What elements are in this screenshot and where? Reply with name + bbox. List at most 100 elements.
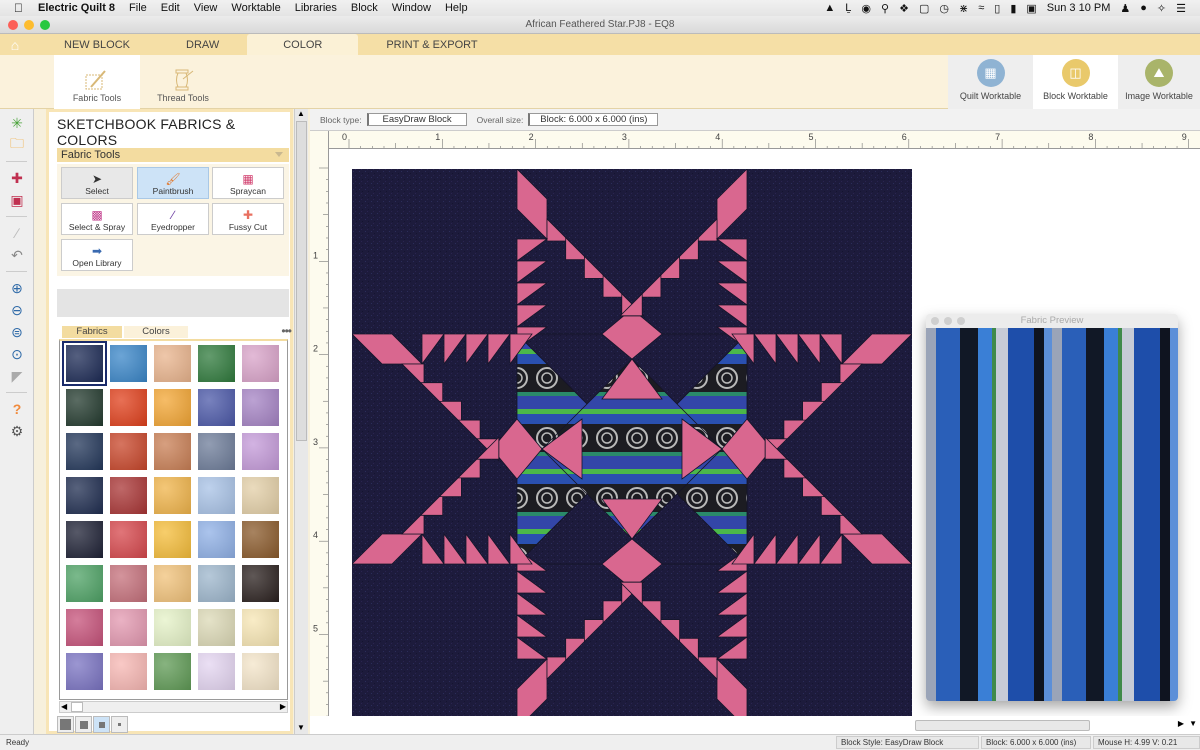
tab-color[interactable]: COLOR: [247, 34, 359, 55]
fabric-swatch[interactable]: [110, 389, 147, 426]
graph-paper-icon[interactable]: ◤: [0, 365, 34, 387]
scroll-down-icon[interactable]: ▼: [297, 723, 305, 732]
fabric-tools-section-header[interactable]: Fabric Tools: [57, 148, 289, 162]
fabric-swatch[interactable]: [242, 521, 279, 558]
fabric-swatch[interactable]: [198, 389, 235, 426]
screen-icon[interactable]: ▢: [919, 2, 929, 15]
menu-view[interactable]: View: [194, 2, 218, 14]
fabric-swatch[interactable]: [242, 345, 279, 382]
feathered-star-block[interactable]: [352, 169, 912, 729]
minimize-window-button[interactable]: [24, 20, 34, 30]
swatch-size-medium-button[interactable]: [75, 716, 92, 733]
fabric-swatch[interactable]: [242, 433, 279, 470]
canvas-scroll-thumb[interactable]: [915, 720, 1090, 731]
fabric-swatch[interactable]: [110, 345, 147, 382]
select-tool-button[interactable]: ➤ Select: [61, 167, 133, 199]
fabric-swatch[interactable]: [198, 521, 235, 558]
fabric-swatch[interactable]: [154, 433, 191, 470]
fabric-horizontal-scrollbar[interactable]: ◀ ▶: [59, 701, 288, 713]
fabric-swatch[interactable]: [154, 345, 191, 382]
fabric-swatch[interactable]: [242, 653, 279, 690]
fabric-swatch[interactable]: [198, 565, 235, 602]
malwarebytes-icon[interactable]: Ḻ: [845, 2, 851, 14]
fabric-swatch[interactable]: [198, 433, 235, 470]
fabric-swatch[interactable]: [154, 653, 191, 690]
siri-icon[interactable]: ●: [1140, 2, 1147, 14]
new-project-icon[interactable]: ✳: [0, 112, 34, 134]
close-window-button[interactable]: [8, 20, 18, 30]
add-to-sketchbook-icon[interactable]: ✚: [0, 167, 34, 189]
apple-menu-icon[interactable]: : [14, 1, 28, 15]
help-icon[interactable]: ?: [0, 398, 34, 420]
extension-icon[interactable]: ✧: [1157, 2, 1166, 15]
zoom-in-icon[interactable]: ⊕: [0, 277, 34, 299]
fabric-swatch[interactable]: [198, 477, 235, 514]
onepassword-icon[interactable]: ◉: [861, 2, 871, 15]
canvas-scroll-down-icon[interactable]: ▼: [1189, 719, 1197, 728]
fabric-swatch[interactable]: [110, 521, 147, 558]
spraycan-tool-button[interactable]: ▦ Spraycan: [212, 167, 284, 199]
gear-icon[interactable]: ⚙: [0, 420, 34, 442]
scroll-up-icon[interactable]: ▲: [297, 109, 305, 118]
menu-libraries[interactable]: Libraries: [295, 2, 337, 14]
zoom-out-icon[interactable]: ⊖: [0, 299, 34, 321]
fabric-swatch[interactable]: [66, 609, 103, 646]
tab-colors[interactable]: Colors: [124, 326, 188, 338]
fabric-swatch[interactable]: [198, 653, 235, 690]
swatch-size-large-button[interactable]: [57, 716, 74, 733]
fussy-cut-tool-button[interactable]: ✚ Fussy Cut: [212, 203, 284, 235]
fabric-swatch[interactable]: [110, 653, 147, 690]
fabric-swatch[interactable]: [110, 433, 147, 470]
eyedropper-tool-button[interactable]: ∕ Eyedropper: [137, 203, 209, 235]
more-options-icon[interactable]: •••: [281, 324, 292, 338]
fabric-swatch[interactable]: [66, 433, 103, 470]
menu-help[interactable]: Help: [445, 2, 468, 14]
fabric-swatch[interactable]: [110, 609, 147, 646]
airplay-icon[interactable]: ▯: [994, 2, 1000, 15]
fabric-swatch[interactable]: [154, 521, 191, 558]
fabric-swatch[interactable]: [242, 477, 279, 514]
thread-tools-button[interactable]: Thread Tools: [140, 55, 226, 109]
tab-new-block[interactable]: NEW BLOCK: [36, 34, 158, 55]
panel-vertical-scrollbar[interactable]: ▲ ▼: [294, 109, 308, 734]
fabric-swatch[interactable]: [242, 609, 279, 646]
scroll-thumb[interactable]: [71, 702, 83, 712]
notification-list-icon[interactable]: ☰: [1176, 2, 1186, 15]
clock[interactable]: Sun 3 10 PM: [1047, 2, 1111, 14]
fabric-swatch[interactable]: [66, 565, 103, 602]
menu-worktable[interactable]: Worktable: [231, 2, 280, 14]
ruler-icon[interactable]: ∕: [0, 222, 34, 244]
fabric-swatch[interactable]: [242, 389, 279, 426]
fabric-swatch[interactable]: [242, 565, 279, 602]
fabric-preview-titlebar[interactable]: Fabric Preview: [926, 314, 1178, 328]
zoom-refresh-icon[interactable]: ⊙: [0, 343, 34, 365]
preview-minimize-button[interactable]: [944, 317, 952, 325]
scroll-right-icon[interactable]: ▶: [280, 702, 286, 711]
open-library-button[interactable]: ➡ Open Library: [61, 239, 133, 271]
undo-icon[interactable]: ↶: [0, 244, 34, 266]
fabric-swatch[interactable]: [66, 521, 103, 558]
menu-window[interactable]: Window: [392, 2, 431, 14]
fabric-swatch[interactable]: [110, 565, 147, 602]
image-worktable-button[interactable]: ⛰ Image Worktable: [1118, 55, 1200, 109]
fabric-swatch[interactable]: [66, 389, 103, 426]
preview-close-button[interactable]: [931, 317, 939, 325]
scroll-left-icon[interactable]: ◀: [61, 702, 67, 711]
select-spray-tool-button[interactable]: ▩ Select & Spray: [61, 203, 133, 235]
fabric-tools-button[interactable]: Fabric Tools: [54, 55, 140, 109]
wifi-icon[interactable]: ≈: [978, 2, 984, 14]
fabric-swatch[interactable]: [66, 477, 103, 514]
swatch-size-small-button[interactable]: [93, 716, 110, 733]
fabric-swatch[interactable]: [154, 609, 191, 646]
tab-print-export[interactable]: PRINT & EXPORT: [358, 34, 505, 55]
fabric-swatch[interactable]: [66, 653, 103, 690]
fabric-swatch[interactable]: [198, 345, 235, 382]
collapse-triangle-icon[interactable]: [275, 152, 283, 157]
fabric-swatch[interactable]: [110, 477, 147, 514]
home-icon[interactable]: ⌂: [0, 34, 30, 55]
app-menu[interactable]: Electric Quilt 8: [38, 2, 115, 14]
canvas-scroll-right-icon[interactable]: ▶: [1178, 719, 1184, 728]
time-machine-icon[interactable]: ◷: [939, 2, 949, 15]
swatch-size-tiny-button[interactable]: [111, 716, 128, 733]
menu-edit[interactable]: Edit: [161, 2, 180, 14]
